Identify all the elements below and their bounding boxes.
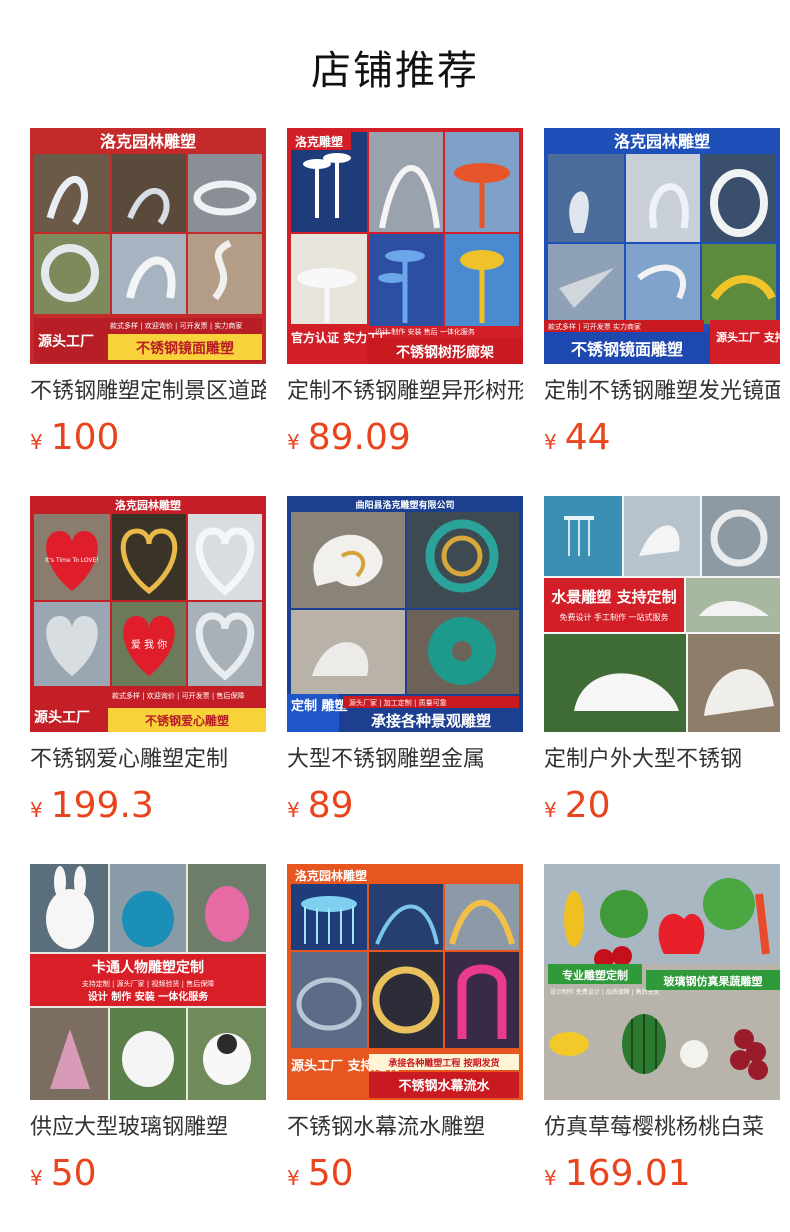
product-name[interactable]: 不锈钢雕塑定制景区道路广场	[30, 376, 266, 408]
strip-text: 免费设计 手工制作 一站式服务	[559, 612, 668, 622]
strip-text: 支持定制 | 源头厂家 | 视频验货 | 售后保障	[82, 979, 214, 988]
badge-text: 源头工厂 支持定制	[716, 330, 780, 344]
product-card[interactable]: 水景雕塑 支持定制 免费设计 手工制作 一站式服务 定制户外大型不锈钢 ¥20	[544, 496, 780, 828]
currency-symbol: ¥	[287, 798, 300, 822]
banner-text: 洛克园林雕塑	[100, 132, 196, 151]
price-row: ¥89.09	[287, 416, 523, 460]
price-row: ¥20	[544, 784, 780, 828]
price-row: ¥44	[544, 416, 780, 460]
product-card[interactable]: 洛克园林雕塑 源头工厂 支持定制 承接各种雕塑工程 按期发货 不锈钢水幕流水 不…	[287, 864, 523, 1196]
product-name[interactable]: 不锈钢水幕流水雕塑	[287, 1112, 523, 1144]
product-image[interactable]: 卡通人物雕塑定制 支持定制 | 源头厂家 | 视频验货 | 售后保障 设计 制作…	[30, 864, 266, 1100]
product-image[interactable]: 曲阳县洛克雕塑有限公司 定制 雕塑 源头厂家 | 加工定制 | 质量可靠 承接各…	[287, 496, 523, 732]
currency-symbol: ¥	[30, 1166, 43, 1190]
product-card[interactable]: 专业雕塑定制 设计制作 免费设计 | 品质保障 | 售后无忧 玻璃钢仿真果蔬雕塑…	[544, 864, 780, 1196]
sub-caption-text: 设计 制作 安装 一体化服务	[88, 990, 209, 1003]
product-name[interactable]: 供应大型玻璃钢雕塑	[30, 1112, 266, 1144]
caption-text: 不锈钢爱心雕塑	[145, 713, 229, 728]
caption-text: 不锈钢水幕流水	[398, 1078, 490, 1094]
product-price: 169.01	[564, 1153, 691, 1194]
product-price: 199.3	[50, 785, 154, 826]
strip-text: 款式多样 | 欢迎询价 | 可开发票 | 售后保障	[112, 691, 244, 700]
strip-text: 设计 制作 安装 售后 一体化服务	[375, 327, 475, 336]
currency-symbol: ¥	[544, 430, 557, 454]
heart-text: 爱 我 你	[131, 638, 167, 651]
heart-text: It's Time To LOVE!	[45, 557, 99, 564]
price-row: ¥50	[287, 1152, 523, 1196]
price-row: ¥89	[287, 784, 523, 828]
product-image[interactable]: 洛克园林雕塑 源头工厂 款式多样 | 欢迎询价 | 可开发票 | 实力商家 不锈…	[30, 128, 266, 364]
badge-text: 专业雕塑定制	[562, 968, 628, 982]
currency-symbol: ¥	[287, 430, 300, 454]
product-card[interactable]: 洛克园林雕塑 款式多样 | 可开发票 实力商家 不锈钢镜面雕塑 源头工厂 支持定…	[544, 128, 780, 460]
product-price: 20	[564, 785, 611, 826]
product-name[interactable]: 大型不锈钢雕塑金属	[287, 744, 523, 776]
product-name[interactable]: 定制不锈钢雕塑发光镜面	[544, 376, 780, 408]
caption-text: 玻璃钢仿真果蔬雕塑	[664, 974, 763, 988]
product-price: 89.09	[307, 417, 411, 458]
badge-text: 定制 雕塑	[290, 698, 348, 714]
caption-text: 卡通人物雕塑定制	[92, 959, 204, 976]
strip-text: 源头厂家 | 加工定制 | 质量可靠	[349, 698, 447, 707]
strip-text: 款式多样 | 欢迎询价 | 可开发票 | 实力商家	[110, 321, 242, 330]
banner-text: 洛克园林雕塑	[295, 868, 367, 883]
banner-text: 洛克园林雕塑	[614, 132, 710, 151]
currency-symbol: ¥	[544, 798, 557, 822]
product-price: 100	[50, 417, 120, 458]
page-title: 店铺推荐	[311, 48, 479, 94]
product-image[interactable]: 专业雕塑定制 设计制作 免费设计 | 品质保障 | 售后无忧 玻璃钢仿真果蔬雕塑	[544, 864, 780, 1100]
currency-symbol: ¥	[544, 1166, 557, 1190]
product-price: 50	[50, 1153, 97, 1194]
banner-text: 曲阳县洛克雕塑有限公司	[355, 499, 454, 511]
banner-text: 洛克园林雕塑	[115, 498, 181, 512]
product-image[interactable]: 水景雕塑 支持定制 免费设计 手工制作 一站式服务	[544, 496, 780, 732]
product-name[interactable]: 定制户外大型不锈钢	[544, 744, 780, 776]
product-price: 89	[307, 785, 354, 826]
strip-text: 款式多样 | 可开发票 实力商家	[548, 322, 641, 331]
product-card[interactable]: 曲阳县洛克雕塑有限公司 定制 雕塑 源头厂家 | 加工定制 | 质量可靠 承接各…	[287, 496, 523, 828]
caption-text: 不锈钢树形廊架	[396, 344, 494, 361]
currency-symbol: ¥	[30, 798, 43, 822]
price-row: ¥50	[30, 1152, 266, 1196]
product-image[interactable]: 洛克园林雕塑 款式多样 | 可开发票 实力商家 不锈钢镜面雕塑 源头工厂 支持定…	[544, 128, 780, 364]
currency-symbol: ¥	[287, 1166, 300, 1190]
badge-text: 源头工厂	[38, 333, 94, 350]
strip-text: 设计制作 免费设计 | 品质保障 | 售后无忧	[550, 988, 660, 996]
product-image[interactable]: 洛克雕塑 官方认证 实力工厂 设计 制作 安装 售后 一体化服务 不锈钢树形廊架	[287, 128, 523, 364]
product-card[interactable]: 洛克雕塑 官方认证 实力工厂 设计 制作 安装 售后 一体化服务 不锈钢树形廊架…	[287, 128, 523, 460]
caption-text: 不锈钢镜面雕塑	[571, 340, 683, 359]
product-card[interactable]: 卡通人物雕塑定制 支持定制 | 源头厂家 | 视频验货 | 售后保障 设计 制作…	[30, 864, 266, 1196]
product-image[interactable]: 洛克园林雕塑 源头工厂 支持定制 承接各种雕塑工程 按期发货 不锈钢水幕流水	[287, 864, 523, 1100]
product-name[interactable]: 定制不锈钢雕塑异形树形廊架	[287, 376, 523, 408]
product-name[interactable]: 仿真草莓樱桃杨桃白菜	[544, 1112, 780, 1144]
price-row: ¥100	[30, 416, 266, 460]
product-card[interactable]: 洛克园林雕塑 源头工厂 款式多样 | 欢迎询价 | 可开发票 | 实力商家 不锈…	[30, 128, 266, 460]
price-row: ¥169.01	[544, 1152, 780, 1196]
product-image[interactable]: It's Time To LOVE! 爱 我 你 洛克园林雕塑 源头工厂 款式多…	[30, 496, 266, 732]
product-card[interactable]: It's Time To LOVE! 爱 我 你 洛克园林雕塑 源头工厂 款式多…	[30, 496, 266, 828]
price-row: ¥199.3	[30, 784, 266, 828]
badge-text: 源头工厂	[34, 709, 90, 726]
currency-symbol: ¥	[30, 430, 43, 454]
caption-text: 不锈钢镜面雕塑	[136, 340, 234, 357]
strip-text: 承接各种雕塑工程 按期发货	[388, 1057, 499, 1069]
caption-text: 承接各种景观雕塑	[371, 712, 491, 730]
caption-text: 水景雕塑 支持定制	[551, 588, 676, 606]
banner-text: 洛克雕塑	[295, 134, 343, 149]
product-price: 50	[307, 1153, 354, 1194]
product-name[interactable]: 不锈钢爱心雕塑定制	[30, 744, 266, 776]
product-price: 44	[564, 417, 611, 458]
